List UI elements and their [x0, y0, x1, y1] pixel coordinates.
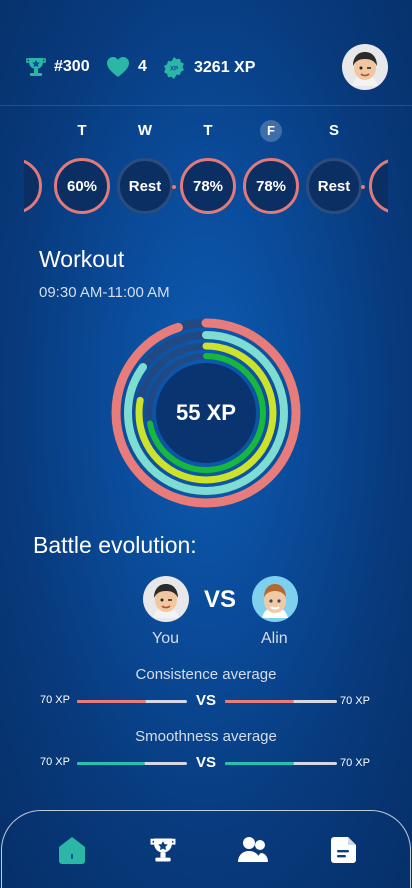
- day-column[interactable]: T 60%: [52, 120, 112, 214]
- day-column[interactable]: T 78%: [178, 120, 238, 214]
- metric-fill: [77, 700, 147, 703]
- metric-left-bar: [77, 762, 187, 765]
- workout-time: 09:30 AM-11:00 AM: [39, 284, 170, 301]
- day-progress-ring: Rest: [306, 158, 365, 214]
- xp-badge-text: XP: [170, 67, 178, 73]
- day-column[interactable]: 7: [367, 120, 388, 214]
- player-b-name: Alin: [261, 630, 288, 647]
- metric-title: Consistence average: [135, 666, 277, 683]
- metric-row-consistence: 70 XP VS 70 XP: [0, 692, 412, 712]
- day-letter: F: [260, 120, 282, 142]
- rest-dot: [172, 185, 176, 189]
- player-a-name: You: [152, 630, 179, 647]
- top-bar: #300 4 XP 3261 XP: [0, 0, 412, 106]
- friends-icon: [238, 837, 268, 862]
- metric-left-value: 70 XP: [40, 756, 70, 768]
- bottom-nav: [1, 810, 411, 888]
- nav-trophy[interactable]: [147, 834, 179, 866]
- metric-fill: [225, 762, 295, 765]
- rank-stat[interactable]: #300: [26, 56, 90, 78]
- avatar-face-icon: [143, 576, 189, 622]
- day-progress-value: 78%: [192, 177, 224, 195]
- day-progress-value: Rest: [317, 177, 351, 195]
- rest-dot: [361, 185, 365, 189]
- xp-badge-icon: XP: [164, 57, 184, 79]
- day-letter: T: [203, 122, 213, 139]
- day-progress-value: 60%: [66, 177, 98, 195]
- profile-avatar[interactable]: [342, 44, 388, 90]
- trophy-icon: [150, 838, 176, 862]
- day-label: W: [115, 120, 175, 142]
- day-letter: W: [137, 122, 153, 139]
- day-label: T: [52, 120, 112, 142]
- versus-label: VS: [204, 586, 237, 613]
- player-a-avatar[interactable]: [143, 576, 189, 622]
- day-column[interactable]: W Rest: [115, 120, 176, 214]
- day-label: T: [178, 120, 238, 142]
- metric-vs: VS: [196, 754, 217, 771]
- metric-fill: [225, 700, 295, 703]
- metric-right-bar: [225, 700, 337, 703]
- day-progress-ring: 60%: [54, 158, 110, 214]
- day-letter: T: [77, 122, 87, 139]
- metric-left-value: 70 XP: [40, 694, 70, 706]
- day-progress-value: 78%: [255, 177, 287, 195]
- trophy-icon: [26, 58, 46, 76]
- day-progress-ring: 78%: [180, 158, 236, 214]
- battle-title: Battle evolution:: [33, 532, 197, 558]
- workout-title: Workout: [39, 246, 125, 272]
- nav-notes[interactable]: [328, 834, 360, 866]
- rank-value: #300: [54, 58, 90, 75]
- day-progress-ring: %: [24, 158, 42, 214]
- day-progress-value: Rest: [128, 177, 162, 195]
- metric-title: Smoothness average: [135, 728, 277, 745]
- heart-icon: [107, 57, 129, 77]
- metric-row-smoothness: 70 XP VS 70 XP: [0, 754, 412, 774]
- xp-value: 3261 XP: [194, 59, 256, 76]
- week-strip: % T 60% W Rest T 78% F 78% S Rest 7: [24, 120, 388, 230]
- day-label: [367, 120, 388, 142]
- metric-right-value: 70 XP: [340, 757, 370, 769]
- avatar-face-icon: [252, 576, 298, 622]
- day-column[interactable]: S Rest: [304, 120, 365, 214]
- avatar-face-icon: [342, 44, 388, 90]
- xp-stat[interactable]: XP 3261 XP: [162, 56, 255, 80]
- metric-right-bar: [225, 762, 337, 765]
- home-icon: [59, 837, 85, 864]
- metric-fill: [77, 762, 146, 765]
- metric-vs: VS: [196, 692, 217, 709]
- nav-home[interactable]: [56, 834, 88, 866]
- workout-xp: 55 XP: [176, 400, 236, 425]
- day-label: [24, 120, 44, 142]
- day-label: F: [241, 120, 301, 142]
- lives-value: 4: [138, 58, 147, 75]
- notes-icon: [331, 837, 356, 863]
- day-letter: S: [328, 122, 339, 139]
- day-column[interactable]: F 78%: [241, 120, 301, 214]
- day-progress-ring: 7: [369, 158, 388, 214]
- metric-right-value: 70 XP: [340, 695, 370, 707]
- lives-stat[interactable]: 4: [106, 56, 147, 78]
- day-progress-ring: 78%: [243, 158, 299, 214]
- day-label: S: [304, 120, 364, 142]
- metric-left-bar: [77, 700, 187, 703]
- player-b-avatar[interactable]: [252, 576, 298, 622]
- day-column[interactable]: %: [24, 120, 44, 214]
- day-progress-ring: Rest: [117, 158, 176, 214]
- nav-friends[interactable]: [237, 834, 269, 866]
